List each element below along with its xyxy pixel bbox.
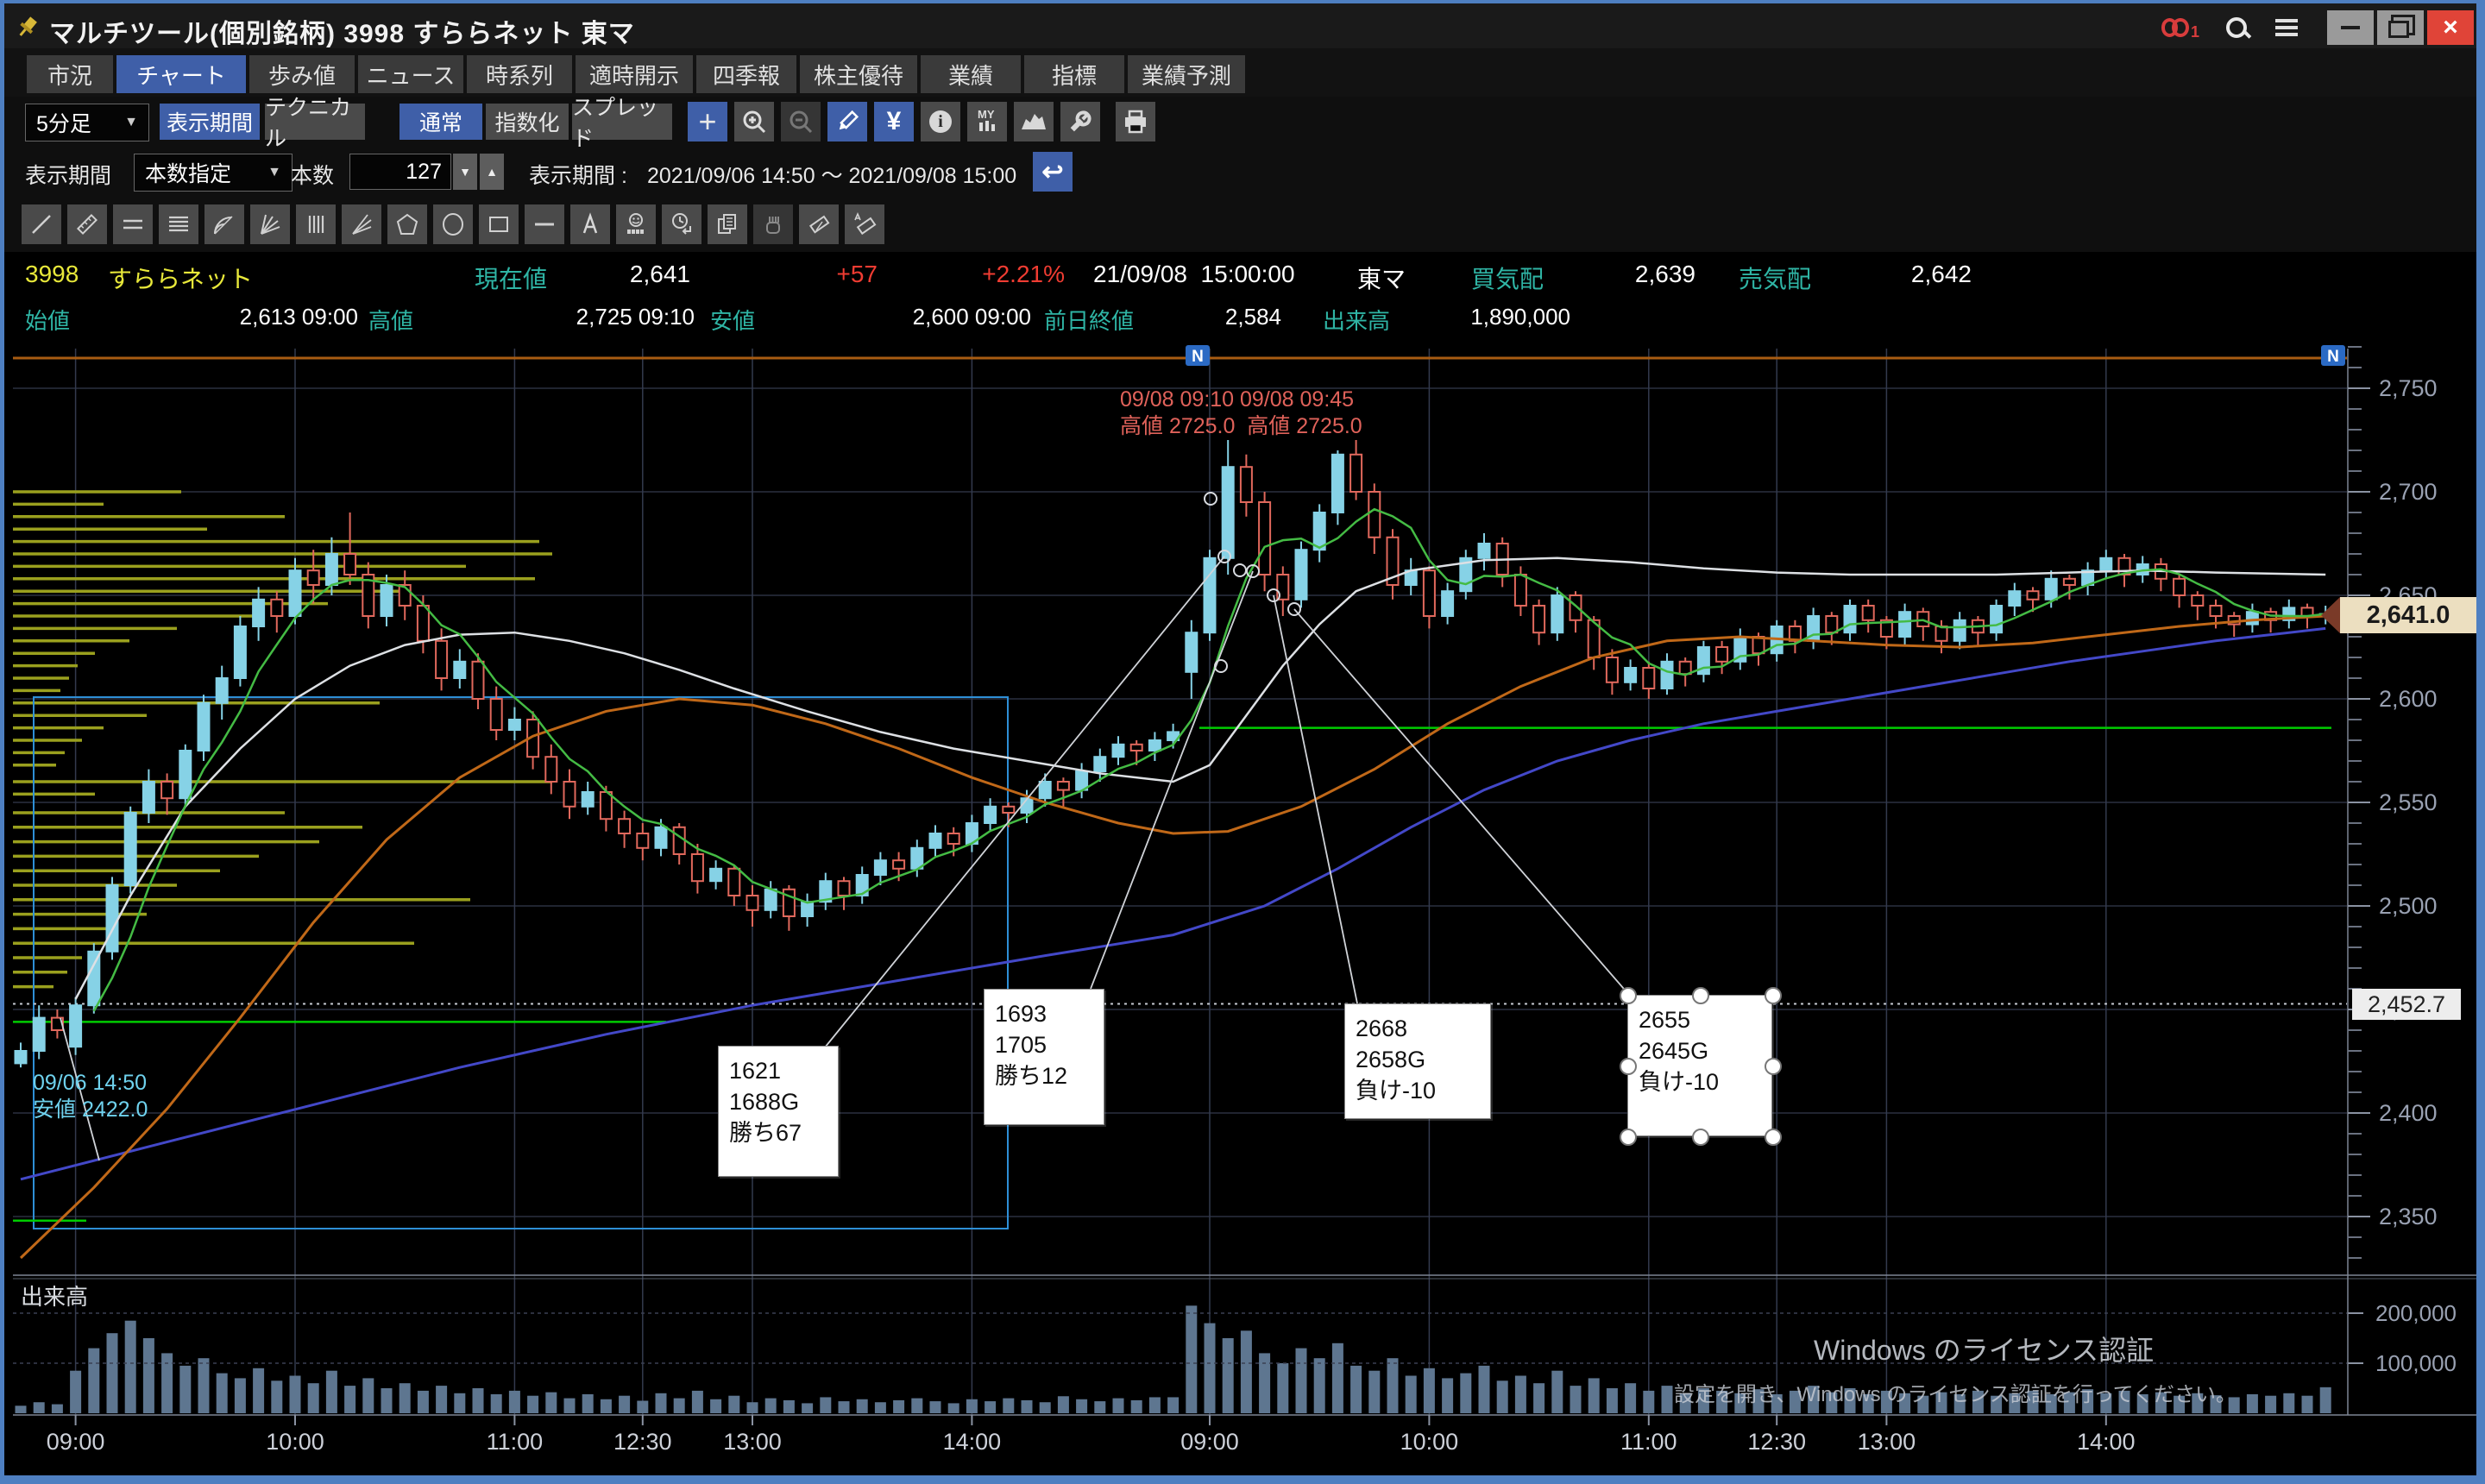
trade-annotation-line: 負け-10 — [1639, 1066, 1761, 1097]
selection-handle[interactable] — [1765, 1129, 1782, 1146]
svg-text:N: N — [2327, 348, 2339, 366]
trade-annotation-line: 1621 — [729, 1055, 827, 1086]
svg-text:2,400: 2,400 — [2379, 1100, 2438, 1126]
svg-text:N: N — [1192, 348, 1204, 366]
svg-text:14:00: 14:00 — [2077, 1429, 2136, 1455]
trade-annotation-line: 1688G — [729, 1086, 827, 1117]
trade-annotation-line: 2658G — [1356, 1044, 1480, 1075]
marked-price-tag: 2,452.7 — [2352, 989, 2461, 1020]
trade-annotation-line: 2655 — [1639, 1004, 1761, 1035]
selection-handle[interactable] — [1765, 987, 1782, 1004]
trade-annotation-box[interactable]: 16931705勝ち12 — [984, 989, 1104, 1125]
svg-text:13:00: 13:00 — [723, 1429, 782, 1455]
svg-text:2,750: 2,750 — [2379, 375, 2438, 401]
svg-text:2,700: 2,700 — [2379, 479, 2438, 505]
trade-annotation-box[interactable]: 16211688G勝ち67 — [718, 1046, 839, 1177]
trade-annotation-line: 勝ち12 — [995, 1060, 1093, 1091]
svg-text:2,550: 2,550 — [2379, 789, 2438, 815]
svg-text:11:00: 11:00 — [487, 1429, 544, 1455]
trade-annotation-line: 1705 — [995, 1029, 1093, 1060]
selection-handle[interactable] — [1692, 1129, 1709, 1146]
svg-text:14:00: 14:00 — [943, 1429, 1002, 1455]
spike-annotation: 09/08 09:10 09/08 09:45高値 2725.0 高値 2725… — [1120, 387, 1362, 440]
windows-activation-watermark-sub: 設定を開き、Windows のライセンス認証を行ってください。 — [1674, 1377, 2236, 1407]
trade-annotation-box[interactable]: 26682658G負け-10 — [1344, 1003, 1491, 1119]
trade-annotation-line: 負け-10 — [1356, 1075, 1480, 1106]
svg-text:13:00: 13:00 — [1858, 1429, 1916, 1455]
trade-annotation-line: 2668 — [1356, 1013, 1480, 1044]
trade-annotation-line: 勝ち67 — [729, 1117, 827, 1148]
selection-handle[interactable] — [1620, 1058, 1637, 1075]
svg-text:200,000: 200,000 — [2375, 1300, 2457, 1326]
session-low-annotation: 09/06 14:50安値 2422.0 — [33, 1070, 148, 1123]
windows-activation-watermark: Windows のライセンス認証 — [1814, 1329, 2154, 1368]
svg-text:09:00: 09:00 — [1180, 1429, 1239, 1455]
trade-annotation-line: 1693 — [995, 998, 1093, 1029]
selection-handle[interactable] — [1620, 987, 1637, 1004]
trade-annotation-box[interactable]: 26552645G負け-10 — [1627, 995, 1772, 1136]
svg-text:09:00: 09:00 — [47, 1429, 105, 1455]
svg-text:2,600: 2,600 — [2379, 686, 2438, 712]
svg-text:12:30: 12:30 — [1747, 1429, 1806, 1455]
svg-text:10:00: 10:00 — [1400, 1429, 1459, 1455]
svg-text:12:30: 12:30 — [613, 1429, 672, 1455]
svg-text:11:00: 11:00 — [1620, 1429, 1677, 1455]
selection-handle[interactable] — [1620, 1129, 1637, 1146]
selection-handle[interactable] — [1692, 987, 1709, 1004]
selection-handle[interactable] — [1765, 1058, 1782, 1075]
price-chart[interactable]: 200,000100,000出来高2,7502,7002,6502,6002,5… — [0, 0, 2485, 1484]
svg-text:2,500: 2,500 — [2379, 893, 2438, 919]
svg-text:2,350: 2,350 — [2379, 1204, 2438, 1229]
svg-text:10:00: 10:00 — [266, 1429, 324, 1455]
app-window: マルチツール(個別銘柄) 3998 すららネット 東マ 1 × 市況 チャート … — [0, 0, 2485, 1484]
svg-text:100,000: 100,000 — [2375, 1350, 2457, 1376]
current-price-tag: 2,641.0 — [2340, 597, 2476, 633]
trade-annotation-line: 2645G — [1639, 1035, 1761, 1066]
volume-pane-label: 出来高 — [21, 1284, 88, 1310]
